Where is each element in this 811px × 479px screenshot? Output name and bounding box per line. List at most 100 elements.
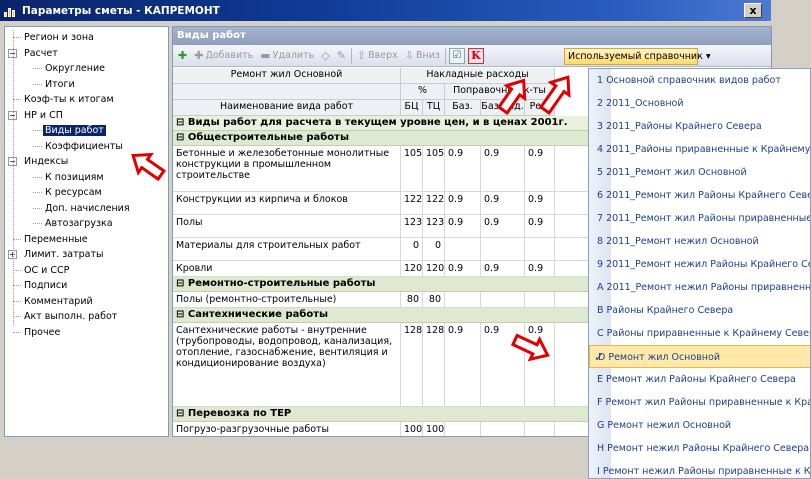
dictionary-menu-item[interactable]: 1 Основной справочник видов работ xyxy=(589,69,810,92)
cell-baz[interactable] xyxy=(445,422,481,436)
tree-item[interactable]: К позициям xyxy=(43,170,106,185)
cell-bazind[interactable]: 0.9 xyxy=(481,323,525,406)
cell-baz[interactable]: 0.9 xyxy=(445,323,481,406)
cell-name[interactable]: Конструкции из кирпича и блоков xyxy=(173,192,401,214)
cell-baz[interactable]: 0.9 xyxy=(445,192,481,214)
collapse-icon[interactable]: ⊟ xyxy=(176,408,184,419)
collapse-icon[interactable]: ⊟ xyxy=(176,117,184,128)
cell-bazind[interactable]: 0.9 xyxy=(481,215,525,237)
dictionary-menu-item[interactable]: 3 2011_Районы Крайнего Севера xyxy=(589,115,810,138)
dictionary-menu-item[interactable]: 4 2011_Районы приравненные к Крайнему Се… xyxy=(589,138,810,161)
dictionary-menu-item[interactable]: 8 2011_Ремонт нежил Основной xyxy=(589,230,810,253)
close-button[interactable]: x xyxy=(744,3,762,18)
cell-res[interactable] xyxy=(525,292,555,307)
collapse-icon[interactable]: ⊟ xyxy=(176,278,184,289)
cell-res[interactable]: 0.9 xyxy=(525,146,555,191)
delete-button[interactable]: ▬ Удалить xyxy=(258,48,316,63)
tree-item[interactable]: Доп. начисления xyxy=(43,201,132,216)
cell-res[interactable]: 0.9 xyxy=(525,261,555,276)
cell-name[interactable]: Материалы для строительных работ xyxy=(173,238,401,260)
tree-item[interactable]: Регион и зона xyxy=(22,30,96,45)
dictionary-menu-item[interactable]: E Ремонт жил Районы Крайнего Севера xyxy=(589,368,810,391)
dictionary-menu-item[interactable]: C Районы приравненные к Крайнему Северу xyxy=(589,322,810,345)
cell-baz[interactable] xyxy=(445,238,481,260)
tree-item[interactable]: ОС и ССР xyxy=(22,263,71,278)
dictionary-menu-item[interactable]: B Районы Крайнего Севера xyxy=(589,299,810,322)
dictionary-menu-item[interactable]: G Ремонт нежил Основной xyxy=(589,414,810,437)
cell-tc[interactable]: 123 xyxy=(423,215,445,237)
move-up-button[interactable]: ⇧ Вверх xyxy=(355,48,400,63)
tree-item[interactable]: Переменные xyxy=(22,232,90,247)
cell-bazind[interactable]: 0.9 xyxy=(481,146,525,191)
cell-name[interactable]: Сантехнические работы - внутренние (труб… xyxy=(173,323,401,406)
cell-tc[interactable]: 100 xyxy=(423,422,445,436)
cell-bc[interactable]: 128 xyxy=(401,323,423,406)
cell-bc[interactable]: 120 xyxy=(401,261,423,276)
cell-name[interactable]: Полы (ремонтно-строительные) xyxy=(173,292,401,307)
tree-item[interactable]: Виды работ xyxy=(43,123,106,138)
cell-bc[interactable]: 122 xyxy=(401,192,423,214)
cell-bazind[interactable] xyxy=(481,292,525,307)
tree-item[interactable]: Округление xyxy=(43,61,107,76)
tree-item[interactable]: Коэффициенты xyxy=(43,139,125,154)
cell-tc[interactable]: 80 xyxy=(423,292,445,307)
dictionary-menu-item[interactable]: H Ремонт нежил Районы Крайнего Севера xyxy=(589,437,810,460)
dictionary-menu-item[interactable]: ✓ D Ремонт жил Основной xyxy=(589,345,810,368)
tree-item[interactable]: Автозагрузка xyxy=(43,216,115,231)
tree-item[interactable]: Прочее xyxy=(22,325,62,340)
k-button[interactable]: K xyxy=(467,47,484,64)
dictionary-menu-item[interactable]: 7 2011_Ремонт жил Районы приравненные к … xyxy=(589,207,810,230)
cell-baz[interactable] xyxy=(445,292,481,307)
dictionary-menu-item[interactable]: 5 2011_Ремонт жил Основной xyxy=(589,161,810,184)
cell-bazind[interactable] xyxy=(481,422,525,436)
cell-name[interactable]: Кровли xyxy=(173,261,401,276)
cell-baz[interactable]: 0.9 xyxy=(445,261,481,276)
cell-name[interactable]: Полы xyxy=(173,215,401,237)
cell-bazind[interactable] xyxy=(481,238,525,260)
dictionary-menu-item[interactable]: F Ремонт жил Районы приравненные к Крайн… xyxy=(589,391,810,414)
dictionary-dropdown[interactable]: Используемый справочник ▾ xyxy=(564,48,711,65)
collapse-icon[interactable]: ⊟ xyxy=(176,132,184,143)
cell-baz[interactable]: 0.9 xyxy=(445,215,481,237)
tree-item[interactable]: Лимит. затраты xyxy=(22,247,106,262)
cell-tc[interactable]: 120 xyxy=(423,261,445,276)
tree-item[interactable]: Акт выполн. работ xyxy=(22,309,119,324)
cell-bc[interactable]: 80 xyxy=(401,292,423,307)
cell-name[interactable]: Погрузо-разгрузочные работы xyxy=(173,422,401,436)
tools-button[interactable]: ✎ xyxy=(335,48,348,63)
cell-bc[interactable]: 100 xyxy=(401,422,423,436)
cell-res[interactable] xyxy=(525,422,555,436)
tree-item[interactable]: НР и СП xyxy=(22,108,65,123)
dictionary-menu-item[interactable]: 9 2011_Ремонт нежил Районы Крайнего Севе… xyxy=(589,253,810,276)
dictionary-menu-item[interactable]: A 2011_Ремонт нежил Районы приравненные … xyxy=(589,276,810,299)
cell-bazind[interactable]: 0.9 xyxy=(481,261,525,276)
eraser-button[interactable]: ◇ xyxy=(319,48,331,63)
cell-baz[interactable]: 0.9 xyxy=(445,146,481,191)
checkbox-button[interactable]: ☑ xyxy=(448,47,465,64)
move-down-button[interactable]: ⇩ Вниз xyxy=(403,48,442,63)
cell-tc[interactable]: 0 xyxy=(423,238,445,260)
cell-bc[interactable]: 0 xyxy=(401,238,423,260)
cell-tc[interactable]: 122 xyxy=(423,192,445,214)
tree-item[interactable]: Коэф-ты к итогам xyxy=(22,92,116,107)
cell-res[interactable]: 0.9 xyxy=(525,215,555,237)
cell-tc[interactable]: 128 xyxy=(423,323,445,406)
cell-res[interactable] xyxy=(525,238,555,260)
cell-tc[interactable]: 105 xyxy=(423,146,445,191)
dictionary-menu-item[interactable]: 2 2011_Основной xyxy=(589,92,810,115)
cell-res[interactable]: 0.9 xyxy=(525,192,555,214)
add-button[interactable]: ✚ Добавить xyxy=(192,48,255,63)
cell-name[interactable]: Бетонные и железобетонные монолитные кон… xyxy=(173,146,401,191)
cell-bc[interactable]: 123 xyxy=(401,215,423,237)
cell-res[interactable]: 0.9 xyxy=(525,323,555,406)
tree-item[interactable]: Индексы xyxy=(22,154,70,169)
dictionary-menu-item[interactable]: 6 2011_Ремонт жил Районы Крайнего Севера xyxy=(589,184,810,207)
collapse-icon[interactable]: ⊟ xyxy=(176,309,184,320)
tree-item[interactable]: Подписи xyxy=(22,278,69,293)
cell-bazind[interactable]: 0.9 xyxy=(481,192,525,214)
tree-item[interactable]: К ресурсам xyxy=(43,185,104,200)
tree-item[interactable]: Комментарий xyxy=(22,294,95,309)
tree-item[interactable]: Итоги xyxy=(43,77,77,92)
tree-item[interactable]: Расчет xyxy=(22,46,60,61)
dictionary-menu-item[interactable]: I Ремонт нежил Районы приравненные к Кра… xyxy=(589,460,810,478)
